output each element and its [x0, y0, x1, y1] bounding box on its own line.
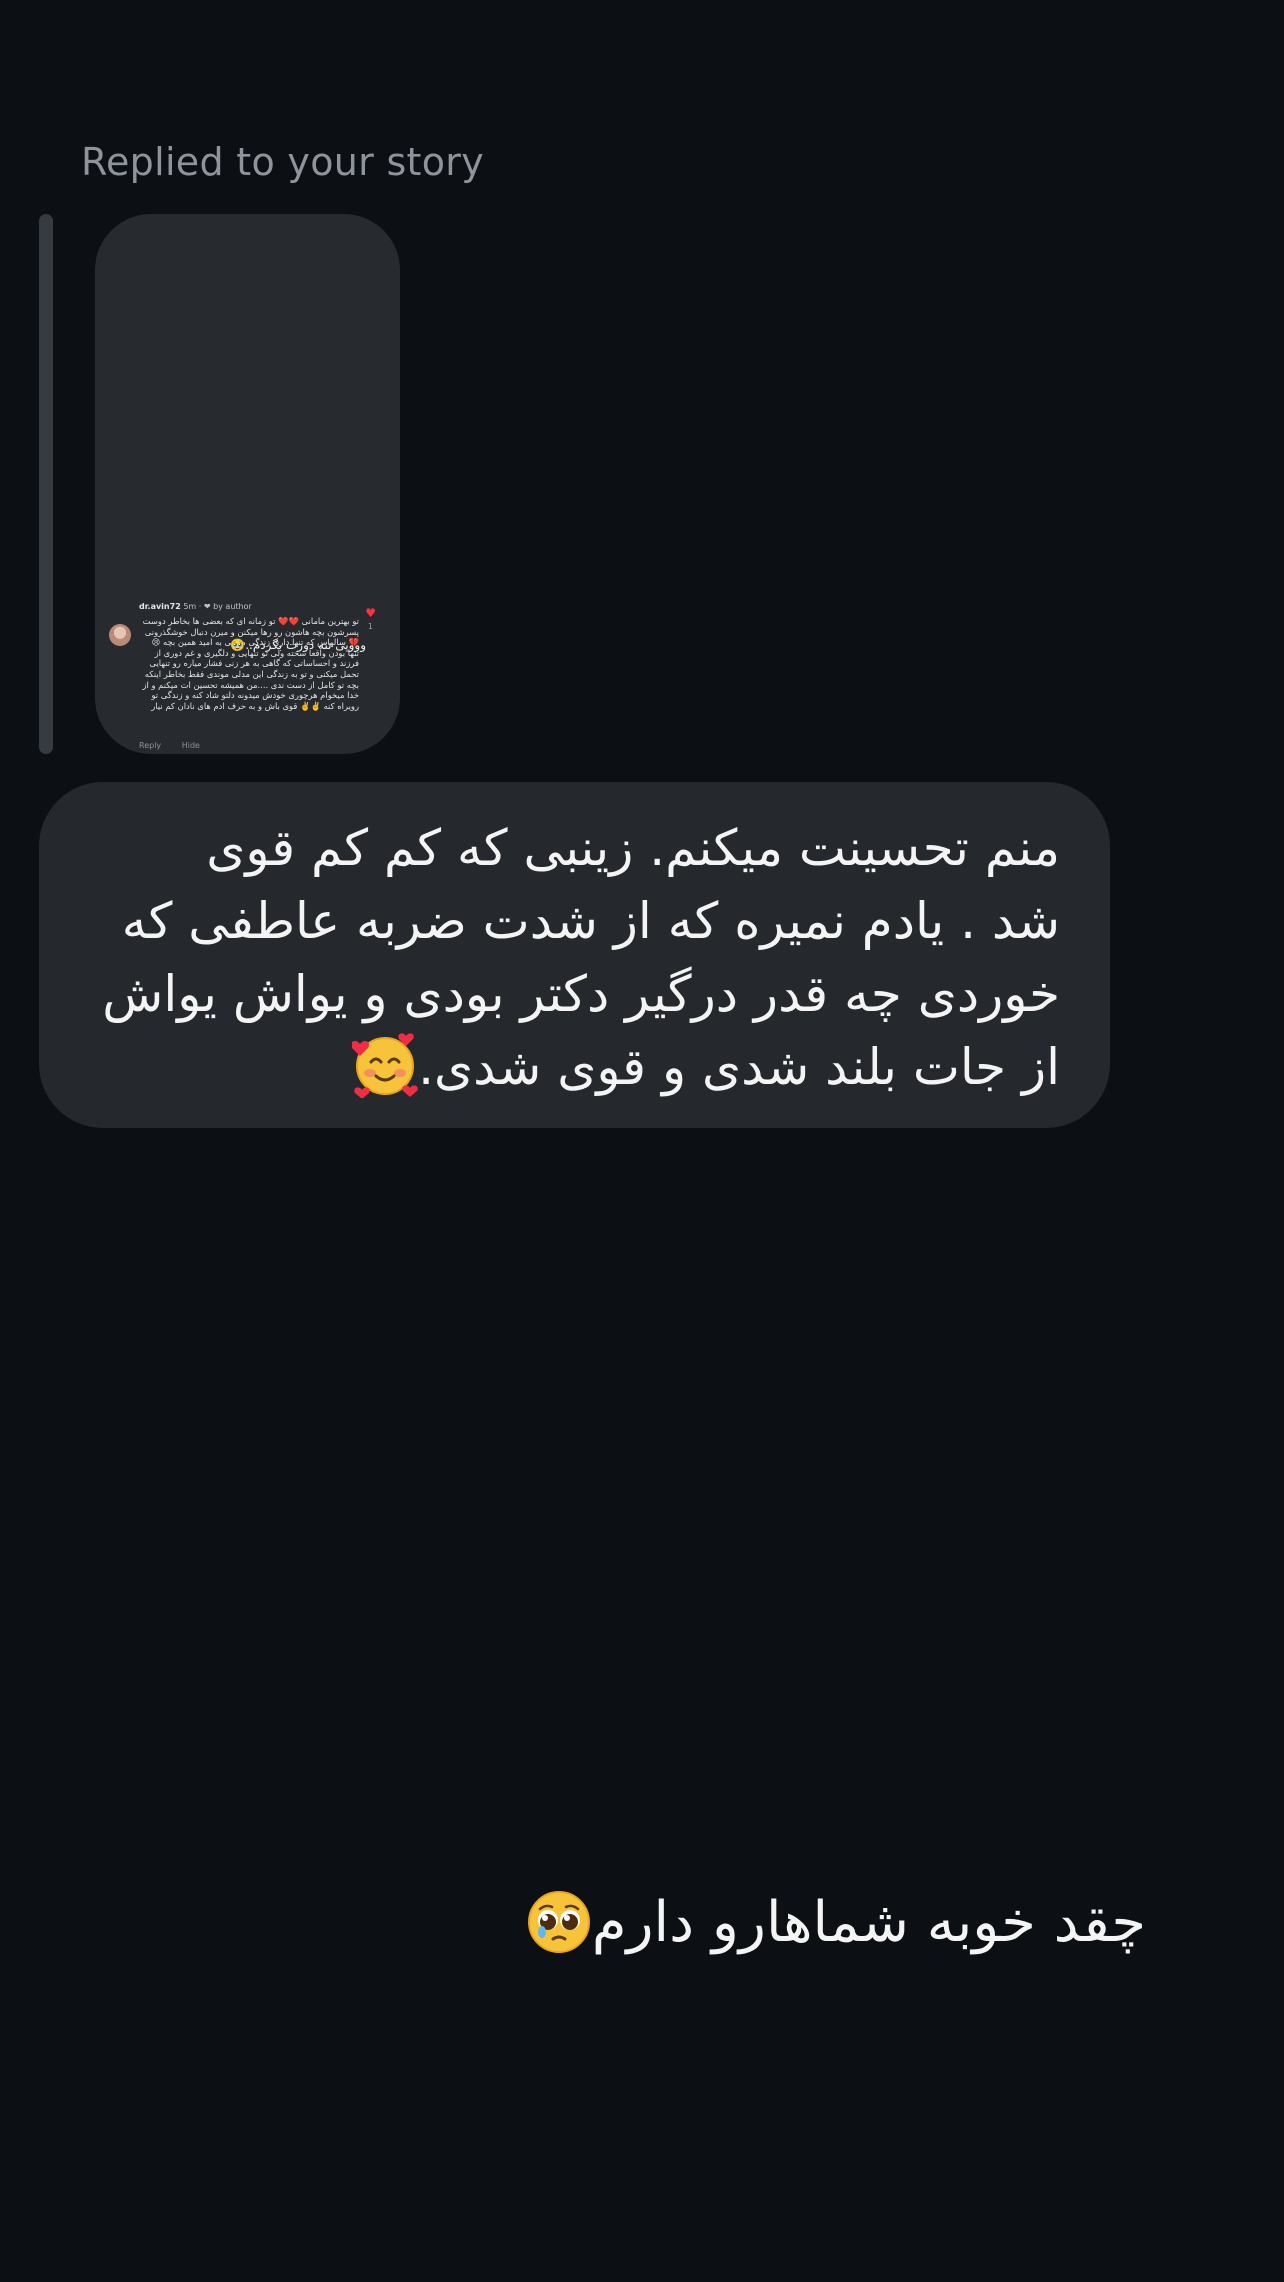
comment-meta: 5m · ❤ by author: [183, 602, 252, 611]
sent-message-text: چقد خوبه شماهارو دارم: [591, 1890, 1146, 1955]
message-line: منم تحسینت میکنم. زینبی که کم کم قوی: [206, 819, 1060, 877]
message-line: خوردی چه قدر درگیر دکتر بودی و یواش یواش: [102, 965, 1060, 1023]
message-line-last: از جات بلند شدی و قوی شدی.: [80, 1031, 1060, 1104]
message-line: از جات بلند شدی و قوی شدی.: [418, 1038, 1060, 1096]
smiling-face-with-hearts-emoji: [351, 1032, 418, 1099]
comment-header: dr.avin72 5m · ❤ by author: [139, 602, 252, 611]
sent-message[interactable]: چقد خوبه شماهارو دارم: [496, 1886, 1146, 1960]
replied-to-story-label: Replied to your story: [81, 140, 484, 184]
story-caption: وووپی ننه دورت بگردم..🥹: [230, 638, 366, 652]
comment-reply-label: Reply: [139, 741, 162, 750]
story-thumbnail[interactable]: dr.avin72 5m · ❤ by author ♥ 1 تو بهترین…: [95, 214, 400, 754]
comment-text: تو بهترین مامانی ❤️❤️ تو زمانه ای که بعض…: [142, 616, 359, 711]
comment-hide-label: Hide: [181, 741, 200, 750]
comment-actions: Reply Hide: [139, 741, 212, 750]
received-message-text: منم تحسینت میکنم. زینبی که کم کم قوی شد …: [80, 812, 1060, 1104]
story-quote-bar: [39, 214, 53, 754]
commenter-avatar: [109, 624, 131, 646]
heart-icon: ♥: [365, 606, 376, 620]
commenter-username: dr.avin72: [139, 602, 181, 611]
comment-like-count: 1: [367, 622, 373, 631]
pleading-face-emoji: [526, 1889, 592, 1955]
message-line: شد . یادم نمیره که از شدت ضربه عاطفی که: [121, 892, 1060, 950]
